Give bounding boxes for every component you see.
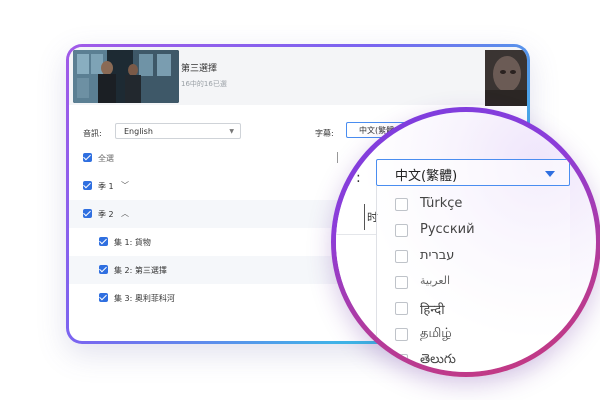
- episode-thumbnail: [73, 50, 179, 103]
- subtitle-language-select[interactable]: 中文(繁體): [376, 159, 570, 186]
- episode-2-checkbox[interactable]: [99, 265, 108, 274]
- season-2-checkbox[interactable]: [83, 209, 92, 218]
- chevron-down-icon: ▼: [229, 128, 234, 135]
- audio-label: 音訊:: [83, 129, 102, 138]
- season-2-label: 季 2: [98, 210, 114, 219]
- episode-header: 第三選擇 16中的16已選: [69, 47, 527, 106]
- episode-3-label: 集 3: 奧利菲科河: [114, 294, 175, 303]
- column-divider: [337, 152, 338, 163]
- language-dropdown: Türkçe Русский עברית العربية हिन्दी தமிழ…: [376, 186, 570, 372]
- episode-1-checkbox[interactable]: [99, 237, 108, 246]
- episode-title: 第三選擇: [181, 64, 218, 74]
- option-checkbox[interactable]: [395, 276, 408, 289]
- subtitle-label: 字幕:: [315, 129, 334, 138]
- side-thumbnail: [485, 50, 527, 106]
- option-checkbox[interactable]: [395, 224, 408, 237]
- chevron-down-icon[interactable]: ﹀: [121, 180, 129, 191]
- option-label: Türkçe: [420, 196, 463, 211]
- option-label: தமிழ்: [420, 326, 452, 341]
- subtitle-language-value: 中文(繁體): [395, 169, 458, 184]
- audio-select[interactable]: English ▼: [115, 123, 241, 139]
- stage: 第三選擇 16中的16已選 音訊: English ▼ 字幕: 中文(繁體) 全…: [0, 0, 600, 400]
- episode-1-label: 集 1: 貨物: [114, 238, 151, 247]
- option-label: עברית: [420, 248, 455, 263]
- magnifier-lens: 时 : 中文(繁體) Türkçe Русский עברית العربية …: [336, 112, 596, 372]
- option-checkbox[interactable]: [395, 302, 408, 315]
- audio-select-value: English: [124, 127, 153, 136]
- option-checkbox[interactable]: [395, 198, 408, 211]
- season-1-label: 季 1: [98, 182, 114, 191]
- episode-3-checkbox[interactable]: [99, 293, 108, 302]
- episode-2-label: 集 2: 第三選擇: [114, 266, 167, 275]
- subtitle-label-colon: :: [356, 170, 361, 186]
- magnified-background: [336, 186, 376, 296]
- select-all-checkbox[interactable]: [83, 153, 92, 162]
- option-label: Русский: [420, 222, 475, 237]
- select-all-label: 全選: [98, 154, 114, 163]
- season-1-checkbox[interactable]: [83, 181, 92, 190]
- column-divider: [364, 204, 365, 230]
- option-label: తెలుగు: [420, 352, 456, 367]
- divider: [336, 234, 376, 235]
- option-checkbox[interactable]: [395, 354, 408, 367]
- option-checkbox[interactable]: [395, 328, 408, 341]
- option-checkbox[interactable]: [395, 250, 408, 263]
- option-label: हिन्दी: [420, 303, 445, 318]
- chevron-up-icon[interactable]: ︿: [121, 208, 129, 219]
- magnifier: 时 : 中文(繁體) Türkçe Русский עברית العربية …: [331, 107, 600, 377]
- option-label: العربية: [420, 274, 451, 287]
- caret-down-icon: [545, 171, 555, 177]
- selection-count: 16中的16已選: [181, 80, 227, 88]
